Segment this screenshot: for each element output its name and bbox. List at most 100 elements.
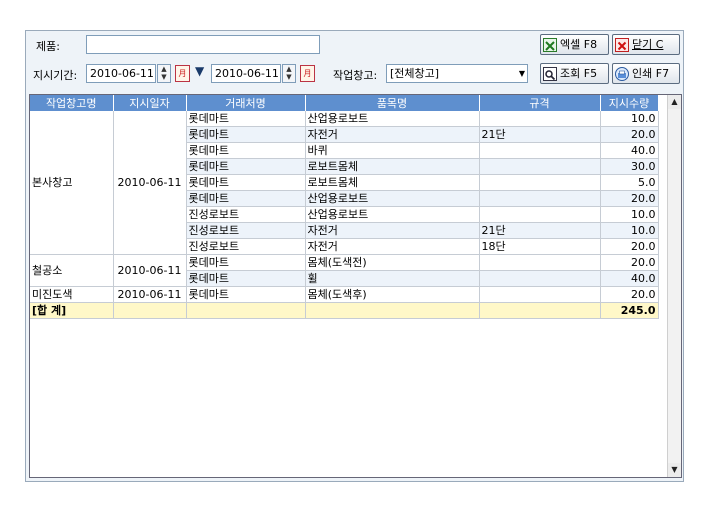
product-label: 제품: — [36, 40, 60, 53]
table-row[interactable]: 철공소 2010-06-11 롯데마트 몸체(도색전) 20.0 — [30, 254, 659, 287]
item-cell: 휠 — [305, 270, 480, 287]
date-cell: 2010-06-11 — [113, 254, 187, 287]
spin-up-icon[interactable]: ▲ — [158, 65, 170, 73]
item-cell: 산업용로보트 — [305, 190, 480, 207]
client-cell: 롯데마트 — [186, 111, 306, 127]
date-cell: 2010-06-11 — [113, 286, 187, 303]
spin-up-icon[interactable]: ▲ — [283, 65, 295, 73]
warehouse-cell: 본사창고 — [30, 111, 114, 255]
order-table: 작업창고명 지시일자 거래처명 품목명 규격 지시수량 본사창고 2010-06-… — [30, 95, 659, 319]
item-cell: 바퀴 — [305, 142, 480, 159]
empty-cell — [305, 302, 480, 319]
spec-cell: 21단 — [479, 222, 601, 239]
item-cell: 산업용로보트 — [305, 206, 480, 223]
item-cell: 몸체(도색후) — [305, 286, 480, 303]
qty-cell: 5.0 — [600, 174, 659, 191]
product-input[interactable] — [86, 35, 320, 54]
empty-cell — [113, 302, 187, 319]
qty-cell: 10.0 — [600, 111, 659, 127]
client-cell: 롯데마트 — [186, 270, 306, 287]
date-to-spinner[interactable]: ▲ ▼ — [282, 64, 296, 83]
scroll-up-icon[interactable]: ▲ — [668, 95, 681, 109]
spec-cell — [479, 206, 601, 223]
item-cell: 몸체(도색전) — [305, 254, 480, 271]
empty-cell — [186, 302, 306, 319]
print-button[interactable]: 인쇄 F7 — [612, 63, 680, 84]
qty-cell: 30.0 — [600, 158, 659, 175]
spec-cell — [479, 190, 601, 207]
qty-cell: 40.0 — [600, 270, 659, 287]
spec-cell — [479, 158, 601, 175]
client-cell: 롯데마트 — [186, 190, 306, 207]
client-cell: 진성로보트 — [186, 222, 306, 239]
column-header[interactable]: 거래처명 — [186, 95, 306, 111]
qty-cell: 20.0 — [600, 126, 659, 143]
date-from-calendar-icon[interactable]: 月 — [175, 65, 190, 82]
warehouse-select-value: [전체창고] — [390, 67, 440, 80]
total-label: [합 계] — [30, 302, 114, 319]
warehouse-label: 작업창고: — [333, 69, 378, 82]
client-cell: 롯데마트 — [186, 174, 306, 191]
spec-cell — [479, 254, 601, 271]
column-header[interactable]: 지시일자 — [113, 95, 187, 111]
column-header[interactable]: 품목명 — [305, 95, 480, 111]
qty-cell: 10.0 — [600, 222, 659, 239]
excel-button[interactable]: 엑셀 F8 — [540, 34, 609, 55]
date-cell: 2010-06-11 — [113, 111, 187, 255]
qty-cell: 40.0 — [600, 142, 659, 159]
spec-cell — [479, 142, 601, 159]
item-cell: 자전거 — [305, 238, 480, 255]
scroll-down-icon[interactable]: ▼ — [668, 463, 681, 477]
column-header[interactable]: 규격 — [479, 95, 601, 111]
qty-cell: 10.0 — [600, 206, 659, 223]
item-cell: 로보트몸체 — [305, 158, 480, 175]
period-label: 지시기간: — [33, 69, 78, 82]
warehouse-cell: 미진도색 — [30, 286, 114, 303]
warehouse-select[interactable]: [전체창고] ▼ — [386, 64, 528, 83]
total-row: [합 계] 245.0 — [30, 302, 659, 319]
search-button[interactable]: 조회 F5 — [540, 63, 609, 84]
chevron-down-icon[interactable]: ▼ — [519, 65, 525, 82]
client-cell: 롯데마트 — [186, 286, 306, 303]
spec-cell — [479, 286, 601, 303]
spec-cell — [479, 174, 601, 191]
item-cell: 자전거 — [305, 126, 480, 143]
close-button-label: 닫기 C — [632, 38, 664, 51]
qty-cell: 20.0 — [600, 254, 659, 271]
close-button[interactable]: 닫기 C — [612, 34, 680, 55]
spec-cell — [479, 270, 601, 287]
spin-down-icon[interactable]: ▼ — [283, 73, 295, 81]
client-cell: 롯데마트 — [186, 142, 306, 159]
print-icon — [615, 66, 629, 81]
client-cell: 롯데마트 — [186, 158, 306, 175]
qty-cell: 20.0 — [600, 238, 659, 255]
qty-cell: 20.0 — [600, 190, 659, 207]
total-qty: 245.0 — [600, 302, 659, 319]
warehouse-cell: 철공소 — [30, 254, 114, 287]
item-cell: 산업용로보트 — [305, 111, 480, 127]
spec-cell — [479, 111, 601, 127]
column-header[interactable]: 작업창고명 — [30, 95, 114, 111]
client-cell: 롯데마트 — [186, 126, 306, 143]
spin-down-icon[interactable]: ▼ — [158, 73, 170, 81]
close-icon — [615, 37, 629, 52]
order-grid[interactable]: 작업창고명 지시일자 거래처명 품목명 규격 지시수량 본사창고 2010-06-… — [29, 94, 682, 478]
vertical-scrollbar[interactable]: ▲ ▼ — [667, 95, 681, 477]
date-to-input[interactable]: 2010-06-11 — [211, 64, 281, 83]
excel-icon — [543, 37, 557, 52]
client-cell: 진성로보트 — [186, 238, 306, 255]
search-button-label: 조회 F5 — [560, 67, 598, 80]
client-cell: 진성로보트 — [186, 206, 306, 223]
range-arrow-icon: ▼ — [195, 64, 205, 78]
client-cell: 롯데마트 — [186, 254, 306, 271]
date-to-calendar-icon[interactable]: 月 — [300, 65, 315, 82]
table-row[interactable]: 본사창고 2010-06-11 롯데마트 산업용로보트 10.0 — [30, 111, 659, 255]
date-from-spinner[interactable]: ▲ ▼ — [157, 64, 171, 83]
table-row[interactable]: 미진도색 2010-06-11 롯데마트 몸체(도색후) 20.0 — [30, 286, 659, 303]
item-cell: 자전거 — [305, 222, 480, 239]
column-header[interactable]: 지시수량 — [600, 95, 659, 111]
date-from-input[interactable]: 2010-06-11 — [86, 64, 156, 83]
search-icon — [543, 66, 557, 81]
qty-cell: 20.0 — [600, 286, 659, 303]
spec-cell: 21단 — [479, 126, 601, 143]
